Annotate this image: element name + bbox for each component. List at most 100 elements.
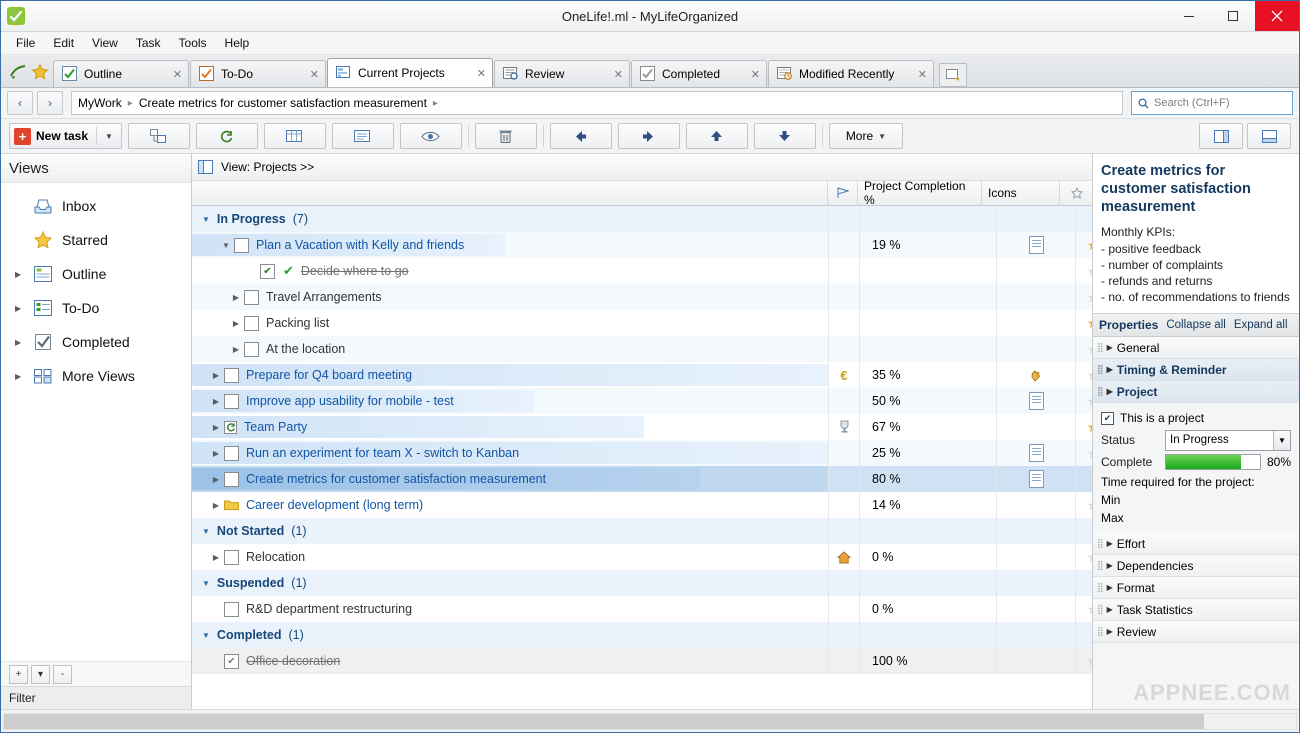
star-icon[interactable]: ★ xyxy=(1087,367,1092,384)
task-label[interactable]: Travel Arrangements xyxy=(259,290,382,304)
expand-all-link[interactable]: Expand all xyxy=(1234,319,1288,331)
tab-review[interactable]: Review ✕ xyxy=(494,60,630,87)
table-row[interactable]: ▶ Improve app usability for mobile - tes… xyxy=(192,388,1092,414)
star-icon[interactable]: ★ xyxy=(1087,341,1092,358)
task-checkbox[interactable] xyxy=(244,315,259,331)
group-row-in-progress[interactable]: ▼ In Progress (7) xyxy=(192,206,1092,232)
more-button[interactable]: More ▼ xyxy=(828,123,903,149)
new-tab-button[interactable] xyxy=(939,63,967,87)
task-checkbox[interactable] xyxy=(224,601,239,617)
table-row[interactable]: ▶ Travel Arrangements ★ xyxy=(192,284,1092,310)
task-checkbox[interactable] xyxy=(244,341,259,357)
chevron-right-icon[interactable]: ▶ xyxy=(1107,539,1113,548)
breadcrumb-item-mywork[interactable]: MyWork xyxy=(78,96,122,110)
view-label[interactable]: View: Projects >> xyxy=(221,160,314,174)
complete-progress-bar[interactable] xyxy=(1165,454,1261,471)
task-label[interactable]: Relocation xyxy=(239,550,305,564)
forward-button[interactable]: › xyxy=(37,91,63,115)
properties-note[interactable]: Monthly KPIs: - positive feedback - numb… xyxy=(1093,222,1299,315)
drag-handle-icon[interactable]: ⣿ xyxy=(1097,560,1104,571)
task-checkbox[interactable] xyxy=(234,237,249,253)
task-label[interactable]: Office decoration xyxy=(239,654,340,668)
group-row-suspended[interactable]: ▼ Suspended (1) xyxy=(192,570,1092,596)
search-input[interactable]: Search (Ctrl+F) xyxy=(1131,91,1293,115)
group-row-completed[interactable]: ▼ Completed (1) xyxy=(192,622,1092,648)
tab-completed[interactable]: Completed ✕ xyxy=(631,60,767,87)
table-row[interactable]: ▼ Plan a Vacation with Kelly and friends… xyxy=(192,232,1092,258)
task-label[interactable]: R&D department restructuring xyxy=(239,602,412,616)
close-button[interactable] xyxy=(1255,1,1299,31)
table-row[interactable]: ✔ ✔ Decide where to go ★ xyxy=(192,258,1092,284)
chevron-right-icon[interactable]: ▶ xyxy=(1107,343,1113,352)
task-label[interactable]: Run an experiment for team X - switch to… xyxy=(239,446,519,460)
tab-close-icon[interactable]: ✕ xyxy=(302,68,319,81)
star-icon[interactable]: ★ xyxy=(1087,263,1092,280)
is-project-checkbox[interactable]: ✔ xyxy=(1101,411,1114,425)
back-button[interactable]: ‹ xyxy=(7,91,33,115)
breadcrumb-item-current[interactable]: Create metrics for customer satisfaction… xyxy=(139,96,427,110)
column-header-name[interactable] xyxy=(192,181,828,205)
collapse-icon[interactable]: ▼ xyxy=(202,527,210,536)
menu-edit[interactable]: Edit xyxy=(44,34,83,52)
column-header-icons[interactable]: Icons xyxy=(982,181,1060,205)
refresh-button[interactable] xyxy=(195,123,258,149)
menu-tools[interactable]: Tools xyxy=(170,34,216,52)
star-icon[interactable]: ★ xyxy=(1087,289,1092,306)
task-checkbox[interactable]: ✔ xyxy=(224,653,239,669)
collapse-icon[interactable]: ▼ xyxy=(202,579,210,588)
add-column-button[interactable] xyxy=(263,123,326,149)
column-header-flag[interactable] xyxy=(828,181,858,205)
table-row[interactable]: ▶ Prepare for Q4 board meeting € 35 % ★ xyxy=(192,362,1092,388)
star-icon[interactable]: ★ xyxy=(1087,549,1092,566)
column-header-completion[interactable]: Project Completion % xyxy=(858,179,982,207)
task-checkbox[interactable] xyxy=(224,549,239,565)
breadcrumb-trailing-icon[interactable]: ▸ xyxy=(433,98,438,109)
menu-task[interactable]: Task xyxy=(127,34,170,52)
table-row[interactable]: R&D department restructuring 0 % ★ xyxy=(192,596,1092,622)
breadcrumb[interactable]: MyWork ▸ Create metrics for customer sat… xyxy=(71,91,1123,115)
delete-button[interactable] xyxy=(474,123,537,149)
star-icon[interactable]: ★ xyxy=(1087,419,1092,436)
expand-icon[interactable]: ▶ xyxy=(208,371,224,380)
chevron-down-icon[interactable]: ▶ xyxy=(1107,387,1113,396)
expand-icon[interactable]: ▶ xyxy=(228,293,244,302)
home-view-icon[interactable] xyxy=(9,63,27,81)
drag-handle-icon[interactable]: ⣿ xyxy=(1097,364,1104,375)
chevron-down-icon[interactable]: ▼ xyxy=(105,132,113,141)
tab-close-icon[interactable]: ✕ xyxy=(910,68,927,81)
chevron-right-icon[interactable]: ▶ xyxy=(1107,583,1113,592)
drag-handle-icon[interactable]: ⣿ xyxy=(1097,582,1104,593)
tab-todo[interactable]: To-Do ✕ xyxy=(190,60,326,87)
tab-modified-recently[interactable]: Modified Recently ✕ xyxy=(768,60,934,87)
column-header-star[interactable] xyxy=(1060,181,1094,205)
collapse-icon[interactable]: ▼ xyxy=(202,215,210,224)
remove-view-button[interactable]: - xyxy=(53,664,72,684)
horizontal-scrollbar[interactable] xyxy=(3,712,1297,730)
new-task-button[interactable]: + New task ▼ xyxy=(9,123,122,149)
sidebar-item-starred[interactable]: Starred xyxy=(1,223,191,257)
property-group-effort[interactable]: ⣿ ▶ Effort xyxy=(1093,533,1299,556)
tab-close-icon[interactable]: ✕ xyxy=(606,68,623,81)
star-icon[interactable]: ★ xyxy=(1087,445,1092,462)
task-label[interactable]: Create metrics for customer satisfaction… xyxy=(239,472,546,486)
split-horizontal-button[interactable] xyxy=(1199,123,1243,149)
is-project-row[interactable]: ✔ This is a project xyxy=(1101,407,1291,429)
expand-icon[interactable]: ▶ xyxy=(208,553,224,562)
property-group-timing[interactable]: ⣿ ▶ Timing & Reminder xyxy=(1093,359,1299,382)
minimize-button[interactable] xyxy=(1167,1,1211,31)
sidebar-item-inbox[interactable]: Inbox xyxy=(1,189,191,223)
table-row[interactable]: ▶ Relocation 0 % ★ xyxy=(192,544,1092,570)
star-cell[interactable]: ★ xyxy=(1075,232,1092,258)
star-icon[interactable]: ★ xyxy=(1087,237,1092,254)
star-icon[interactable]: ★ xyxy=(1087,393,1092,410)
drag-handle-icon[interactable]: ⣿ xyxy=(1097,386,1104,397)
menu-file[interactable]: File xyxy=(7,34,44,52)
tab-close-icon[interactable]: ✕ xyxy=(743,68,760,81)
drag-handle-icon[interactable]: ⣿ xyxy=(1097,604,1104,615)
property-group-review[interactable]: ⣿ ▶ Review xyxy=(1093,621,1299,644)
maximize-button[interactable] xyxy=(1211,1,1255,31)
status-select[interactable]: In Progress ▼ xyxy=(1165,429,1291,451)
property-group-general[interactable]: ⣿ ▶ General xyxy=(1093,337,1299,360)
chevron-right-icon[interactable]: ▶ xyxy=(1107,605,1113,614)
task-label[interactable]: Career development (long term) xyxy=(239,498,423,512)
